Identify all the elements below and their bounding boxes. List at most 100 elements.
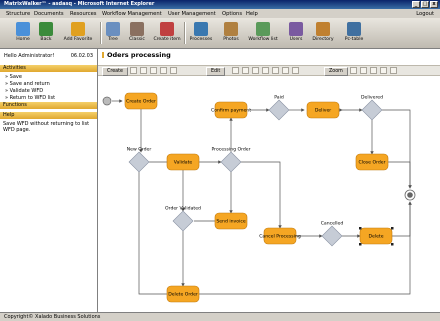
menu-workflow-management[interactable]: Workflow Management [102,11,162,17]
users-icon [289,22,303,36]
page-title: Oders processing [102,51,171,59]
logout-link[interactable]: Logout [416,11,434,17]
menu-resources[interactable]: Resources [70,11,97,17]
menu-user-management[interactable]: User Management [168,11,216,17]
current-date: 06.02.03 [70,53,93,59]
zoom-fit-icon[interactable] [370,67,377,74]
task-label-confirm-payment: Confirm payment [211,108,251,114]
task-label-delete: Delete [368,234,383,240]
photos-icon [224,22,238,36]
activity-save[interactable]: » Save [5,74,22,80]
pc-table-button[interactable]: Pc-table [340,20,368,46]
edge-delete-end[interactable] [392,201,412,237]
activity-save-and-return[interactable]: » Save and return [5,81,50,87]
toolbar: Home Back Add Favorite Tree Classic Crea… [0,18,440,49]
zoom-page-icon[interactable] [390,67,397,74]
functions-header[interactable]: Functions [0,102,97,109]
paste-icon[interactable] [252,67,259,74]
menu-help[interactable]: Help [246,11,258,17]
edge-new-order-delete-order[interactable] [138,172,173,296]
help-text: Save WFD without returning to list WFD p… [3,121,90,133]
workflow-diagram-canvas[interactable]: New Order Processing Order Paid Delivered Or… [98,76,440,312]
directory-button[interactable]: Directory [308,20,338,46]
minimize-button[interactable]: _ [412,1,420,8]
task-label-create-order: Create Order [126,99,156,105]
selection-handle[interactable] [391,243,394,246]
create-item-button[interactable]: Create item [150,20,184,46]
circle-tool-icon[interactable] [150,67,157,74]
task-label-close-order: Close Order [358,160,385,166]
classic-button[interactable]: Classic [124,20,150,46]
gateway-label-new-order: New Order [127,147,152,153]
cut-icon[interactable] [232,67,239,74]
redo-icon[interactable] [272,67,279,74]
gateway-label-processing-order: Processing Order [211,147,250,153]
gateway-label-delivered: Delivered [361,95,383,101]
gateway-label-cancelled: Cancelled [321,221,344,227]
undo-icon[interactable] [262,67,269,74]
gateway-delivered[interactable] [361,99,383,121]
properties-icon[interactable] [292,67,299,74]
gateway-order-validated[interactable] [172,210,194,232]
home-icon [16,22,30,36]
tree-icon [106,22,120,36]
copy-icon[interactable] [242,67,249,74]
menu-options[interactable]: Options [222,11,242,17]
processes-button[interactable]: Processes [186,20,216,46]
activity-return-to-wfd-list[interactable]: » Return to WFD list [5,95,55,101]
status-bar: Copyright© Xalado Business Solutions [0,312,440,320]
selection-handle[interactable] [359,243,362,246]
page-title-text: Oders processing [107,51,171,59]
menu-bar: Structure Documents Resources Workflow M… [0,9,440,18]
close-button[interactable]: x [430,1,438,8]
end-event-core [407,192,413,198]
gateway-cancelled[interactable] [321,225,343,247]
rectangle-tool-icon[interactable] [130,67,137,74]
task-label-deliver: Deliver [315,108,331,114]
user-greeting: Hello Administrator! [4,53,55,59]
menu-documents[interactable]: Documents [34,11,64,17]
edge-close-end[interactable] [388,161,412,189]
title-marker [102,52,104,58]
selection-handle[interactable] [391,227,394,230]
directory-icon [316,22,330,36]
diamond-tool-icon[interactable] [140,67,147,74]
start-event[interactable] [102,96,112,106]
zoom-tab-button[interactable]: Zoom [324,67,348,76]
maximize-button[interactable]: □ [421,1,429,8]
task-label-send-invoice: Send invoice [216,219,246,225]
photos-button[interactable]: Photos [218,20,244,46]
window-title: MatrixWalker™ - asdasq - Microsoft Inter… [4,1,155,7]
zoom-actual-icon[interactable] [380,67,387,74]
activity-validate-wfd[interactable]: » Validate WFD [5,88,43,94]
editor-toolbar: Create Edit Zoom [98,65,440,76]
help-header[interactable]: Help [0,112,97,119]
gateway-paid[interactable] [268,99,290,121]
main-panel: Oders processing Create Edit Zoom New Or… [98,49,440,312]
zoom-in-icon[interactable] [350,67,357,74]
edge-delivered-end[interactable] [382,109,412,189]
workflow-list-button[interactable]: Workflow list [246,20,280,46]
back-button[interactable]: Back [34,20,58,46]
pc-table-icon [347,22,361,36]
menu-structure[interactable]: Structure [6,11,30,17]
gateway-label-paid: Paid [274,95,284,101]
create-tab-button[interactable]: Create [102,67,128,76]
task-label-cancel-processing: Cancel Processing [259,234,301,240]
selection-handle[interactable] [359,227,362,230]
end-tool-icon[interactable] [160,67,167,74]
gateway-new-order[interactable] [128,151,150,173]
zoom-out-icon[interactable] [360,67,367,74]
workflow-icon [256,22,270,36]
edit-tab-button[interactable]: Edit [206,67,226,76]
gateway-processing-order[interactable] [220,151,242,173]
tree-button[interactable]: Tree [102,20,124,46]
users-button[interactable]: Users [284,20,308,46]
activities-header[interactable]: Activities [0,65,97,72]
window-title-bar: MatrixWalker™ - asdasq - Microsoft Inter… [0,0,440,9]
add-favorite-button[interactable]: Add Favorite [58,20,98,46]
processes-icon [194,22,208,36]
delete-icon[interactable] [282,67,289,74]
task-label-validate: Validate [174,160,193,166]
line-tool-icon[interactable] [170,67,177,74]
